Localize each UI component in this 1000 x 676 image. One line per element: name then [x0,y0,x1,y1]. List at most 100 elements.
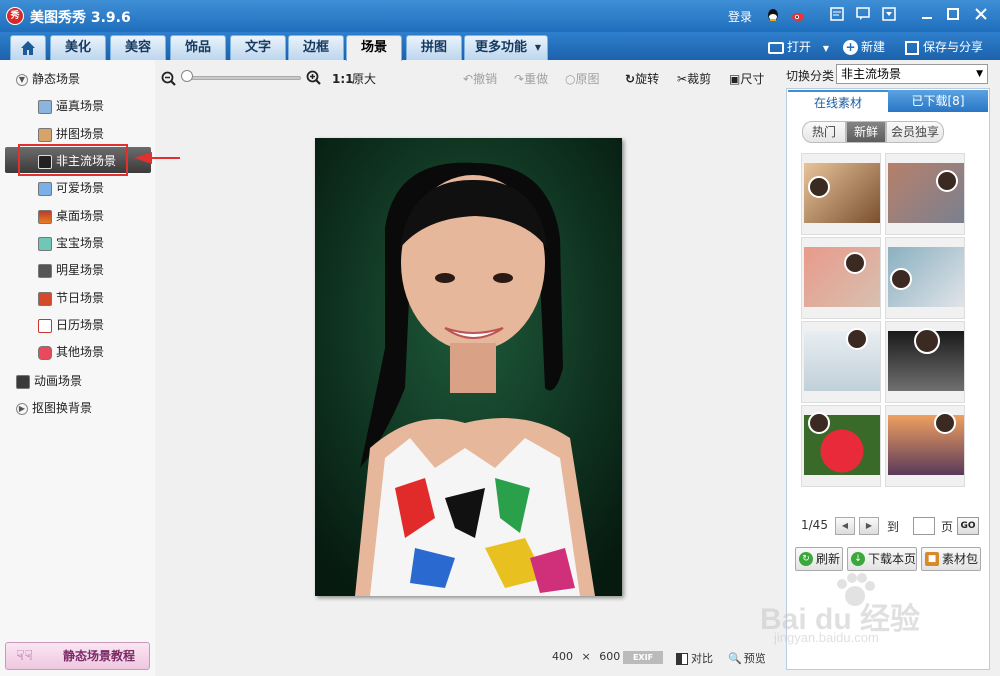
next-page-button[interactable]: ▶ [859,517,879,535]
skin-icon[interactable] [828,7,845,23]
material-thumbnail[interactable] [885,153,965,235]
tab-collage[interactable]: 拼图 [406,35,462,60]
baby-scene-icon [38,236,52,251]
animated-scene-icon [16,374,30,389]
preview-icon: 🔍 [728,652,742,665]
compare-button[interactable]: 对比 [676,650,713,666]
sidebar-item-realistic[interactable]: 逼真场景 [38,96,104,116]
minimize-icon[interactable] [918,7,935,23]
plus-icon: + [843,40,858,55]
heart-icon [38,345,52,360]
tab-frame[interactable]: 边框 [288,35,344,60]
new-label: 新建 [861,40,886,54]
material-thumbnail[interactable] [801,405,881,487]
zoom-out-icon [161,71,176,86]
tab-text[interactable]: 文字 [230,35,286,60]
original-button[interactable]: ○原图 [565,70,600,88]
sidebar-item-festival[interactable]: 节日场景 [38,288,104,308]
title-bar: 秀 美图秀秀 3.9.6 登录 [0,0,1000,32]
undo-icon: ↶ [463,72,474,86]
zoom-in-button[interactable] [306,70,322,88]
save-share-button[interactable]: 保存与分享 [905,38,983,56]
rotate-label: 旋转 [635,72,660,86]
tab-beautify[interactable]: 美化 [50,35,106,60]
sidebar-item-label: 逼真场景 [56,99,105,113]
redo-icon: ↷ [514,72,525,86]
page-input[interactable] [913,517,935,535]
material-thumbnail[interactable] [801,237,881,319]
zoom-in-icon [306,70,321,85]
category-select[interactable]: 非主流场景 ▼ [836,64,988,84]
home-tab[interactable] [10,35,46,60]
refresh-button[interactable]: ↻ 刷新 [795,547,843,571]
undo-button[interactable]: ↶撤销 [463,70,497,88]
rotate-button[interactable]: ↻旋转 [625,70,659,88]
sidebar-item-collage[interactable]: 拼图场景 [38,124,104,144]
sidebar-item-calendar[interactable]: 日历场景 [38,315,104,335]
material-thumbnails [801,153,967,489]
tab-accessories[interactable]: 饰品 [170,35,226,60]
material-pack-button[interactable]: ■ 素材包 [921,547,981,571]
sidebar-item-desktop[interactable]: 桌面场景 [38,206,104,226]
tab-more[interactable]: 更多功能 ▼ [464,35,548,60]
maximize-icon[interactable] [944,7,961,23]
prev-page-button[interactable]: ◀ [835,517,855,535]
tab-downloaded[interactable]: 已下载[8] [888,90,988,112]
chevron-down-icon: ▼ [976,69,983,79]
weibo-icon[interactable] [790,7,807,23]
image-width: 400 [552,650,573,663]
ratio-button[interactable]: 1:1 [332,70,354,88]
resize-icon: ▣ [729,72,741,86]
close-icon[interactable] [972,7,989,23]
sidebar-item-other[interactable]: 其他场景 [38,342,104,362]
sidebar-item-cute[interactable]: 可爱场景 [38,178,104,198]
original-size-button[interactable]: 原大 [352,70,376,88]
subtab-vip[interactable]: 会员独享 [886,121,944,143]
annotation-arrow-icon [134,152,180,164]
tutorial-label: 静态场景教程 [62,649,135,663]
login-link[interactable]: 登录 [728,8,752,25]
refresh-icon: ↻ [799,552,813,566]
download-page-button[interactable]: ↓ 下载本页 [847,547,917,571]
hand-icon: ☟☟ [16,648,34,664]
material-thumbnail[interactable] [885,237,965,319]
cutout-group[interactable]: ▶ 抠图换背景 [16,398,92,418]
feedback-icon[interactable] [854,7,871,23]
photo-canvas[interactable] [315,138,622,596]
menu-icon[interactable] [880,7,897,23]
material-thumbnail[interactable] [885,321,965,403]
sidebar-item-label: 拼图场景 [56,127,105,141]
static-scene-label: 静态场景 [32,72,81,86]
subtab-new[interactable]: 新鲜 [846,121,886,143]
redo-button[interactable]: ↷重做 [514,70,548,88]
material-thumbnail[interactable] [885,405,965,487]
sidebar-item-baby[interactable]: 宝宝场景 [38,233,104,253]
animated-scene-group[interactable]: 动画场景 [16,371,82,391]
calendar-scene-icon [38,318,52,333]
crop-button[interactable]: ✂裁剪 [677,70,711,88]
preview-button[interactable]: 🔍 预览 [728,650,766,666]
exif-button[interactable]: EXIF [623,651,663,664]
qq-icon[interactable] [764,7,781,23]
sidebar-item-star[interactable]: 明星场景 [38,260,104,280]
subtab-hot[interactable]: 热门 [802,121,846,143]
material-thumbnail[interactable] [801,153,881,235]
size-button[interactable]: ▣尺寸 [729,70,764,88]
zoom-out-button[interactable] [161,71,177,89]
go-button[interactable]: GO [957,517,979,535]
zoom-slider-handle[interactable] [181,70,193,82]
tab-beauty[interactable]: 美容 [110,35,166,60]
desktop-scene-icon [38,209,52,224]
tab-online-materials[interactable]: 在线素材 [788,90,888,112]
static-scene-group[interactable]: ▼ 静态场景 [16,69,80,89]
material-thumbnail[interactable] [801,321,881,403]
tab-scene[interactable]: 场景 [346,35,402,61]
app-title: 美图秀秀 3.9.6 [30,10,131,26]
open-button[interactable]: 打开 ▼ [768,38,829,56]
tutorial-button[interactable]: ☟☟ 静态场景教程 [5,642,150,670]
new-button[interactable]: + 新建 [843,38,885,56]
category-value: 非主流场景 [841,67,902,81]
zoom-slider[interactable] [185,76,301,80]
annotation-box [18,144,128,176]
sidebar-item-label: 节日场景 [56,291,105,305]
